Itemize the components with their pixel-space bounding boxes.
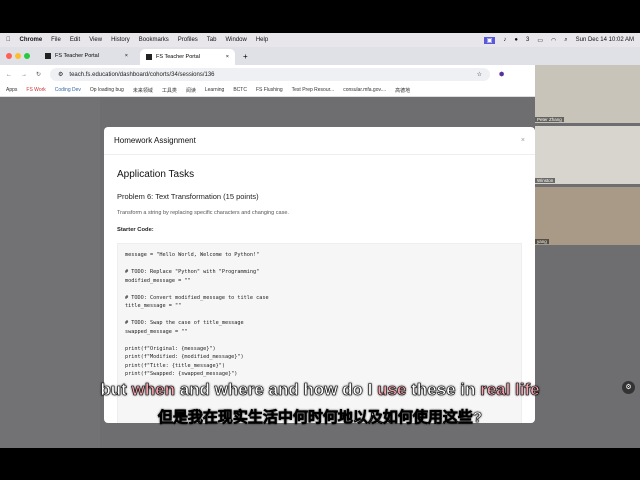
starter-code-label: Starter Code:	[117, 227, 154, 233]
subtitle-text: these in	[406, 380, 481, 400]
bookmark-fs-work[interactable]: FS Work	[26, 87, 45, 93]
bookmark-link[interactable]: 高德地	[395, 87, 410, 94]
favicon-icon	[146, 54, 152, 60]
modal-title: Homework Assignment	[114, 136, 196, 145]
subtitle-chinese: 但是我在现实生活中何时何地以及如何使用这些?	[157, 409, 483, 427]
bookmark-link[interactable]: consular.mfa.gov....	[343, 87, 386, 93]
tab-2[interactable]: FS Teacher Portal ×	[140, 49, 235, 65]
participant-name: Peter Zhang	[535, 117, 564, 122]
participant-name: yang	[535, 239, 549, 244]
video-participants: Peter Zhang Winston yang	[535, 65, 640, 248]
homework-modal: Homework Assignment × Application Tasks P…	[104, 127, 535, 423]
bookmarks-bar: Apps FS Work Coding Dev Op loading bug 未…	[0, 84, 535, 97]
url-input[interactable]: ⚙ teach.fs.education/dashboard/cohorts/34…	[50, 68, 491, 81]
forward-icon[interactable]: →	[21, 72, 27, 78]
section-title: Application Tasks	[117, 169, 195, 180]
close-icon[interactable]: ×	[521, 137, 525, 144]
problem-description: Transform a string by replacing specific…	[117, 210, 289, 216]
menu-tab[interactable]: Tab	[207, 37, 217, 43]
wechat-badge: 3	[525, 37, 530, 43]
subtitle-highlight: use	[377, 380, 407, 400]
subtitle-text: and where and how do I	[174, 380, 378, 400]
extension-icon[interactable]: ⬢	[499, 71, 504, 78]
menu-edit[interactable]: Edit	[70, 37, 80, 43]
screen-share-icon[interactable]: ▣	[483, 36, 496, 44]
url-text: teach.fs.education/dashboard/cohorts/34/…	[69, 71, 215, 78]
menu-window[interactable]: Window	[225, 37, 246, 43]
reload-icon[interactable]: ↻	[36, 71, 41, 78]
search-icon[interactable]: ⌕	[564, 37, 567, 44]
subtitle-highlight: real life	[480, 380, 540, 400]
bookmark-folder[interactable]: 未来领域	[133, 87, 153, 94]
menu-view[interactable]: View	[89, 37, 102, 43]
menu-bookmarks[interactable]: Bookmarks	[139, 37, 169, 43]
subtitle-text: but	[100, 380, 132, 400]
bookmark-folder[interactable]: 阅读	[186, 87, 196, 94]
menu-profiles[interactable]: Profiles	[178, 37, 198, 43]
menu-help[interactable]: Help	[256, 37, 268, 43]
menu-app-name[interactable]: Chrome	[20, 37, 43, 43]
bookmark-folder[interactable]: Test Prep Resour...	[292, 87, 335, 93]
minimize-window-button[interactable]	[15, 53, 21, 59]
menu-history[interactable]: History	[111, 37, 130, 43]
menu-file[interactable]: File	[51, 37, 61, 43]
address-bar-row: ← → ↻ ⚙ teach.fs.education/dashboard/coho…	[0, 65, 535, 84]
clock[interactable]: Sun Dec 14 10:02 AM	[576, 37, 634, 43]
tab-strip: FS Teacher Portal × FS Teacher Portal × +	[0, 47, 640, 65]
participant-video[interactable]: Peter Zhang	[535, 65, 640, 123]
problem-title: Problem 6: Text Transformation (15 point…	[117, 192, 259, 201]
bookmark-op-loading-bug[interactable]: Op loading bug	[90, 87, 124, 93]
participant-name: Winston	[535, 178, 556, 183]
wechat-icon[interactable]: ●	[514, 37, 518, 43]
tab-1[interactable]: FS Teacher Portal ×	[39, 49, 134, 63]
bookmark-folder[interactable]: 工具类	[162, 87, 177, 94]
zoom-window-button[interactable]	[24, 53, 30, 59]
close-tab-icon[interactable]: ×	[226, 54, 229, 60]
bookmark-coding-dev[interactable]: Coding Dev	[55, 87, 81, 93]
bookmark-folder[interactable]: BCTC	[233, 87, 247, 93]
bookmark-apps[interactable]: Apps	[6, 87, 17, 93]
apple-icon[interactable]: 	[6, 37, 11, 43]
favicon-icon	[45, 53, 51, 59]
wifi-icon[interactable]: ◠	[551, 37, 556, 44]
participant-video[interactable]: Winston	[535, 126, 640, 184]
new-tab-button[interactable]: +	[243, 52, 248, 61]
close-tab-icon[interactable]: ×	[125, 53, 128, 59]
subtitle-english: but when and where and how do I use thes…	[0, 380, 640, 400]
subtitle-highlight: when	[131, 380, 175, 400]
mac-menubar:  Chrome File Edit View History Bookmark…	[0, 33, 640, 47]
back-icon[interactable]: ←	[6, 72, 12, 78]
battery-icon[interactable]: ▭	[537, 37, 543, 44]
bookmark-star-icon[interactable]: ☆	[477, 71, 482, 78]
bookmark-folder[interactable]: FS Flushing	[256, 87, 283, 93]
bookmark-folder[interactable]: Learning	[205, 87, 224, 93]
participant-video[interactable]: yang	[535, 187, 640, 245]
tab-title: FS Teacher Portal	[156, 54, 200, 60]
tab-title: FS Teacher Portal	[55, 53, 99, 59]
site-info-icon[interactable]: ⚙	[58, 71, 63, 78]
tiktok-icon[interactable]: ♪	[503, 37, 506, 43]
close-window-button[interactable]	[6, 53, 12, 59]
help-button[interactable]: ⚙	[622, 381, 635, 394]
